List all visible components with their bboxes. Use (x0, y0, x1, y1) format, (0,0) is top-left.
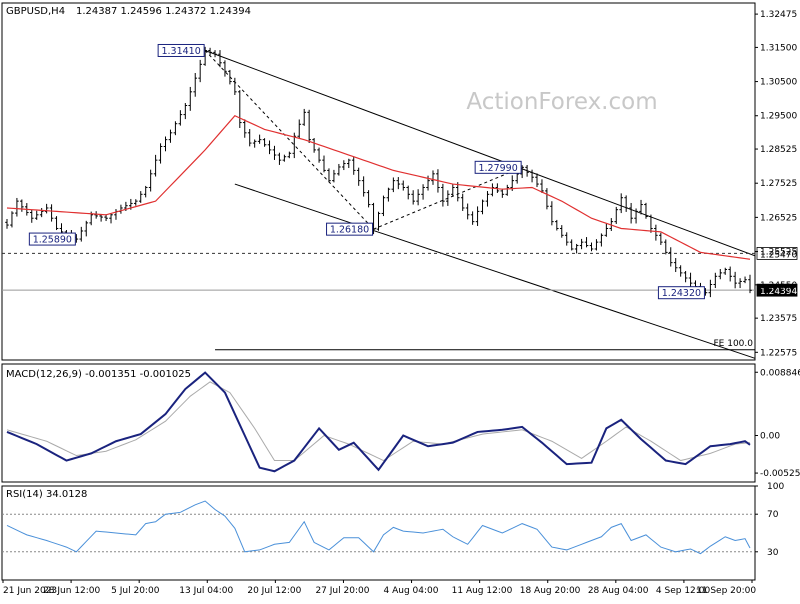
rsi-title: RSI(14) 34.0128 (6, 489, 87, 500)
price-tick-label: 1.32475 (760, 10, 797, 20)
rsi-tick-label: 30 (767, 548, 779, 558)
price-tick-label: 1.26525 (760, 213, 797, 223)
x-tick-label: 11 Aug 12:00 (452, 586, 513, 596)
price-tick-label: 1.23575 (760, 314, 797, 324)
price-tick-label: 1.31500 (760, 43, 797, 53)
watermark-text: ActionForex.com (466, 89, 657, 115)
fe-label: FE 100.0 (714, 339, 754, 349)
x-tick-label: 18 Aug 20:00 (520, 586, 581, 596)
x-tick-label: 11 Sep 20:00 (696, 586, 756, 596)
x-tick-label: 20 Jul 12:00 (247, 586, 301, 596)
price-tick-label: 1.30500 (760, 78, 797, 88)
x-tick-label: 5 Jul 20:00 (111, 586, 160, 596)
price-tick-label: 1.28525 (760, 145, 797, 155)
price-tick-label: 1.29500 (760, 112, 797, 122)
macd-tick-label: 0.008846 (760, 368, 800, 378)
x-tick-label: 4 Aug 04:00 (384, 586, 439, 596)
chart-canvas: ActionForex.com FE 100.0 1.31410 1.25890 1… (0, 0, 800, 600)
rsi-tick-label: 100 (767, 482, 784, 492)
x-tick-label: 27 Jul 20:00 (315, 586, 369, 596)
price-tick-label: 1.27525 (760, 179, 797, 189)
gbpusd-chart: ActionForex.com FE 100.0 1.31410 1.25890 1… (0, 0, 800, 600)
rsi-tick-label: 70 (767, 510, 779, 520)
price-tick-label: 1.25525 (760, 248, 797, 258)
macd-tick-label: -0.005252 (760, 469, 800, 479)
ohlc-label: 1.24387 1.24596 1.24372 1.24394 (76, 6, 251, 17)
price-tick-label: 1.22575 (760, 348, 797, 358)
x-tick-label: 13 Jul 04:00 (179, 586, 233, 596)
symbol-label: GBPUSD,H4 (6, 6, 65, 17)
macd-title: MACD(12,26,9) -0.001351 -0.001025 (6, 369, 191, 380)
swing-label: 1.31410 (161, 46, 200, 57)
macd-tick-label: 0.00 (760, 432, 780, 442)
x-tick-label: 28 Jun 12:00 (43, 586, 100, 596)
swing-label: 1.26180 (330, 225, 369, 236)
swing-label: 1.24320 (662, 288, 701, 299)
swing-label: 1.27990 (478, 163, 517, 174)
x-tick-label: 28 Aug 04:00 (588, 586, 649, 596)
swing-label: 1.25890 (33, 235, 72, 246)
price-tick-label: 1.24550 (760, 281, 797, 291)
